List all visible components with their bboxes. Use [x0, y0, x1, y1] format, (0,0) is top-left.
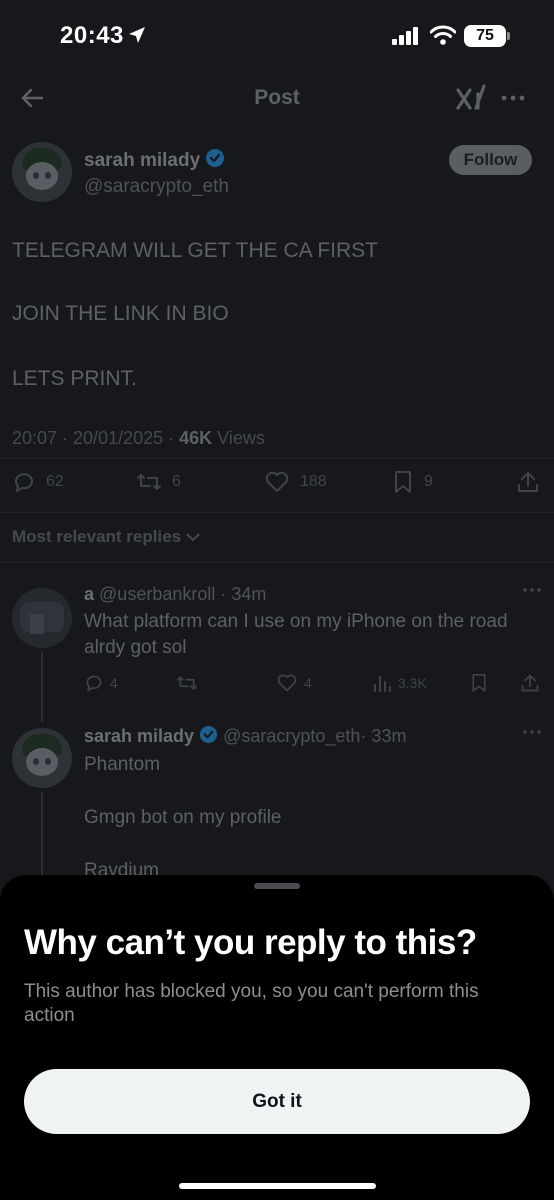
reply-action-bar: 4 4 3.3K	[84, 673, 544, 697]
verified-badge-icon	[205, 148, 225, 173]
home-indicator[interactable]	[179, 1183, 376, 1189]
status-time: 20:43	[60, 22, 124, 49]
more-options-icon[interactable]	[500, 84, 526, 117]
post-views-count: 46K	[179, 428, 213, 448]
reply-avatar[interactable]	[12, 728, 72, 788]
author-name: sarah milady	[84, 150, 201, 171]
reply-share-button[interactable]	[520, 673, 540, 693]
nav-bar: Post	[0, 70, 554, 128]
heart-icon	[265, 471, 289, 492]
reply-repost-button[interactable]	[176, 673, 198, 693]
share-icon	[518, 472, 538, 492]
battery-indicator: 75	[464, 25, 506, 47]
reply-header: sarah milady @saracrypto_eth· 33m	[84, 725, 406, 749]
reply-bookmark-button[interactable]	[470, 673, 488, 693]
reply-views-count: 3.3K	[398, 675, 427, 691]
divider	[0, 512, 554, 513]
verified-badge-icon	[199, 725, 218, 749]
repost-button[interactable]: 6	[136, 470, 181, 494]
reply-time: · 33m	[360, 726, 407, 746]
reply-author-handle: @userbankroll	[99, 584, 216, 604]
status-bar: 20:43 75	[0, 0, 554, 70]
bookmark-icon	[395, 471, 411, 493]
post-text-line-1: TELEGRAM WILL GET THE CA FIRST	[12, 239, 379, 262]
reply-reply-count: 4	[110, 675, 118, 691]
reply-more-icon[interactable]	[522, 724, 542, 745]
bookmark-icon	[472, 673, 486, 692]
author-avatar[interactable]	[12, 142, 72, 202]
reply-avatar[interactable]	[12, 588, 72, 648]
replies-sort-dropdown[interactable]: Most relevant replies	[12, 527, 200, 547]
replies-sort-label: Most relevant replies	[12, 527, 182, 546]
grok-icon[interactable]	[456, 84, 488, 119]
wifi-icon	[429, 25, 457, 50]
battery-tip	[507, 32, 510, 40]
follow-button[interactable]: Follow	[449, 145, 532, 175]
cellular-signal-icon	[392, 27, 420, 50]
chevron-down-icon	[186, 533, 200, 542]
share-icon	[521, 674, 539, 692]
reply-views-button[interactable]: 3.3K	[372, 673, 427, 693]
sheet-heading: Why can’t you reply to this?	[24, 923, 477, 962]
reply-header: a @userbankroll · 34m	[84, 584, 266, 605]
divider	[0, 562, 554, 563]
reply-text-line-2: Gmgn bot on my profile	[84, 807, 282, 828]
reply-author-handle: @saracrypto_eth	[223, 726, 361, 746]
reply-icon	[15, 473, 33, 494]
reply-reply-button[interactable]: 4	[84, 673, 118, 693]
like-button[interactable]: 188	[264, 470, 327, 494]
reply-text: What platform can I use on my iPhone on …	[84, 611, 508, 658]
sheet-grabber[interactable]	[254, 883, 300, 889]
post-meta: 20:07 · 20/01/2025 · 46K Views	[12, 428, 265, 449]
reply-text-line-1: Phantom	[84, 754, 161, 775]
repost-icon	[137, 474, 161, 490]
share-button[interactable]	[516, 470, 540, 494]
heart-icon	[277, 674, 297, 692]
reply-button[interactable]: 62	[12, 470, 64, 494]
post-text-line-2: JOIN THE LINK IN BIO	[12, 302, 229, 325]
like-count: 188	[300, 473, 327, 490]
author-name-row[interactable]: sarah milady	[84, 148, 225, 173]
got-it-button[interactable]: Got it	[24, 1069, 530, 1134]
reply-like-count: 4	[304, 675, 312, 691]
divider	[0, 458, 554, 459]
location-arrow-icon	[128, 26, 146, 49]
blocked-info-sheet: Why can’t you reply to this? This author…	[0, 875, 554, 1200]
reply-author-name[interactable]: sarah milady	[84, 726, 194, 746]
thread-line	[41, 792, 43, 882]
post-action-bar: 62 6 188 9	[0, 470, 554, 500]
sheet-description: This author has blocked you, so you can'…	[24, 981, 479, 1026]
post-views-label: Views	[212, 428, 265, 448]
bookmark-button[interactable]: 9	[392, 470, 433, 494]
repost-icon	[176, 676, 197, 690]
post-timestamp: 20:07 · 20/01/2025 ·	[12, 428, 180, 448]
author-handle: @saracrypto_eth	[84, 176, 229, 197]
thread-line	[41, 652, 43, 722]
reply-count: 62	[46, 473, 64, 490]
reply-author-name[interactable]: a	[84, 584, 94, 604]
reply-like-button[interactable]: 4	[276, 673, 312, 693]
analytics-icon	[374, 676, 391, 692]
reply-more-icon[interactable]	[522, 582, 542, 603]
reply-time: · 34m	[220, 584, 267, 604]
bookmark-count: 9	[424, 473, 433, 490]
reply-icon	[86, 675, 102, 693]
post-text-line-3: LETS PRINT.	[12, 367, 137, 390]
repost-count: 6	[172, 473, 181, 490]
